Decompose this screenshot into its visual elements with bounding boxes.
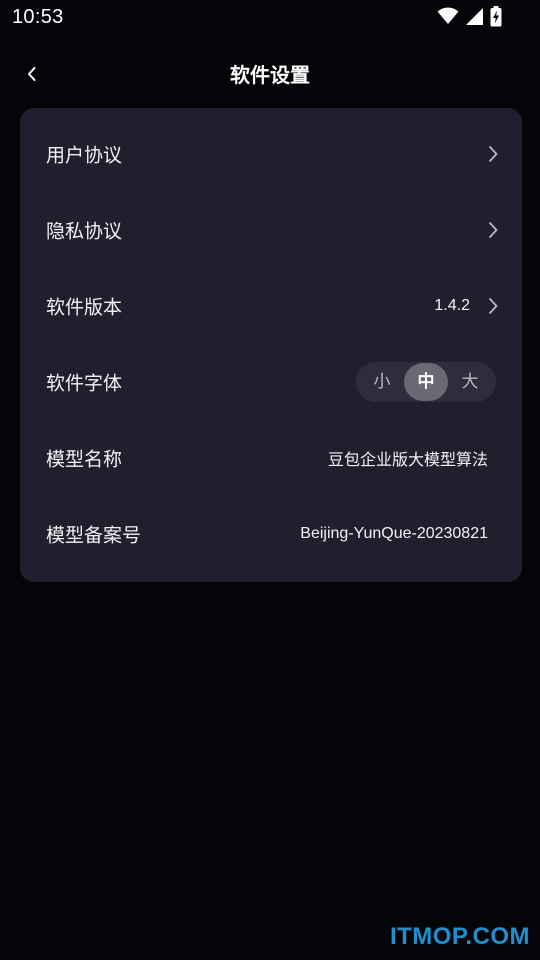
font-size-large-option[interactable]: 大 [448,362,492,402]
user-agreement-label: 用户协议 [46,144,123,167]
font-size-small-option[interactable]: 小 [360,362,404,402]
chevron-right-icon [489,298,498,314]
settings-screen: 10:53 软件设置 用户协议 隐私协议 软件版本 1.4.2 软件字体 小 中… [0,0,540,960]
chevron-right-icon [489,222,498,238]
header: 软件设置 [0,50,540,96]
software-font-label: 软件字体 [46,372,123,395]
software-version-label: 软件版本 [46,296,123,319]
privacy-agreement-row[interactable]: 隐私协议 [20,192,522,268]
model-name-label: 模型名称 [46,448,123,471]
model-name-value: 豆包企业版大模型算法 [327,452,488,469]
model-name-row: 模型名称 豆包企业版大模型算法 [20,420,522,496]
settings-card: 用户协议 隐私协议 软件版本 1.4.2 软件字体 小 中 大 模型名称 豆包企… [20,108,522,582]
status-time: 10:53 [12,6,64,28]
model-filing-number-label: 模型备案号 [46,524,142,547]
cellular-signal-icon [465,7,484,30]
model-filing-number-value: Beijing-YunQue-20230821 [300,525,488,542]
page-title: 软件设置 [230,63,310,87]
model-filing-number-row: 模型备案号 Beijing-YunQue-20230821 [20,496,522,572]
chevron-right-icon [489,146,498,162]
font-size-medium-option[interactable]: 中 [404,363,448,401]
watermark-logo: ITMOP.COM [389,923,530,950]
software-version-value: 1.4.2 [434,297,470,314]
privacy-agreement-label: 隐私协议 [46,220,123,243]
software-version-row[interactable]: 软件版本 1.4.2 [20,268,522,344]
status-icons [437,5,502,31]
status-bar: 10:53 [0,0,540,36]
user-agreement-row[interactable]: 用户协议 [20,116,522,192]
battery-charging-icon [490,5,502,31]
software-font-row: 软件字体 小 中 大 [20,344,522,420]
font-size-switch: 小 中 大 [356,362,496,402]
wifi-icon [437,7,459,29]
